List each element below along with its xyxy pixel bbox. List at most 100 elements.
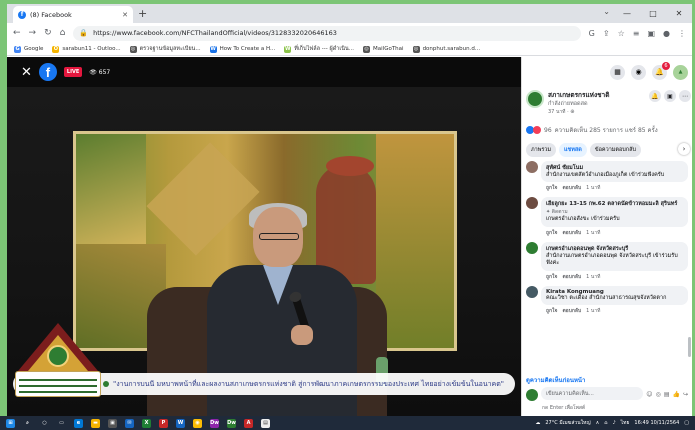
commenter-name[interactable]: เกษตรอำเภอดอนพุด จังหวัดสระบุรี [546,245,683,253]
home-button[interactable]: ⌂ [60,28,66,38]
save-icon[interactable]: ▣ [664,90,676,102]
notifications-bell-icon[interactable]: 🔔 6 [652,61,670,80]
menu-grid-icon[interactable]: ▦ [610,64,625,80]
back-button[interactable]: ← [13,28,21,38]
dreamweaver-icon[interactable]: Dw [210,418,219,428]
forward-button[interactable]: → [29,28,37,38]
comment-share-stats[interactable]: ความคิดเห็น 285 รายการ แชร์ 85 ครั้ง [555,125,658,135]
commenter-avatar[interactable] [526,197,538,210]
clock[interactable]: 16:49 10/11/2564 [634,420,679,426]
translate-icon[interactable]: G [589,29,595,38]
language-indicator[interactable]: ไทย [621,419,630,427]
mail-icon[interactable]: ✉ [125,418,134,428]
messenger-icon[interactable]: ◉ [631,64,646,80]
maximize-button[interactable]: □ [640,4,666,23]
bookmark-item[interactable]: W How To Create a H... [209,45,276,53]
reply-link[interactable]: ตอบกลับ [562,184,581,192]
bookmark-icon: O [52,45,60,53]
acrobat-icon[interactable]: A [244,418,253,428]
composer-icons: ☺ ◎ ▤ [646,391,669,415]
gif-icon[interactable]: ▤ [664,391,670,415]
more-options-icon[interactable]: ⋯ [679,90,691,102]
browser-tab[interactable]: f (8) Facebook ✕ [13,6,133,23]
chevron-right-icon[interactable]: › [678,143,690,155]
powerpoint-icon[interactable]: P [159,418,168,428]
network-icon[interactable]: ⌂ [604,420,607,426]
reading-list-icon[interactable]: ▣ [647,29,655,38]
commenter-avatar[interactable] [526,161,538,173]
close-tab-icon[interactable]: ✕ [122,11,128,19]
notepad-icon[interactable]: ▤ [261,418,270,428]
search-icon[interactable]: ⌕ [23,419,32,428]
like-link[interactable]: ถูกใจ [546,184,557,192]
reply-link[interactable]: ตอบกลับ [562,273,581,281]
windows-start-icon[interactable]: ⊞ [6,418,15,428]
new-tab-button[interactable]: + [138,7,147,20]
comment-input[interactable]: เขียนความคิดเห็น... [541,387,644,400]
store-icon[interactable]: ▣ [108,418,117,428]
commenter-avatar[interactable] [526,241,538,254]
bookmark-item[interactable]: ◎ donphut.sarabun.d... [412,45,480,53]
reaction-count[interactable]: 96 [544,127,552,134]
weather-icon[interactable]: ☁ [535,420,540,426]
weather-text[interactable]: 27°C มีเมฆส่วนใหญ่ [545,419,590,427]
page-header: สภาเกษตรกรแห่งชาติ กำลังถ่ายทอดสด 37 นาท… [526,90,691,120]
profile-icon[interactable]: ● [663,29,670,38]
bookmark-star-icon[interactable]: ☆ [618,29,625,38]
bookmark-item[interactable]: Osarabun11 - Outloo... [52,45,121,53]
toolbar-icons: G ⇪ ☆ ≡ ▣ ● ⋮ [589,29,686,38]
reload-button[interactable]: ↻ [44,28,52,38]
share-button-icon[interactable]: ↪ [683,391,688,415]
tab-replies[interactable]: ข้อความตอบกลับ [589,143,641,157]
bookmark-item[interactable]: G Google [14,45,43,53]
video-player[interactable]: ✕ f LIVE 👁 657 "งานการบนนี มหบาพหน้าที่แ… [7,57,521,416]
bookmark-item[interactable]: ◎ MailGoThai [363,45,404,53]
excel-icon[interactable]: X [142,418,151,428]
bookmark-item[interactable]: ◎ ตรวจฐานข้อมูลทะเบียน... [129,45,201,53]
notification-center-icon[interactable]: ▢ [684,420,689,426]
menu-icon[interactable]: ⋮ [678,29,686,38]
bookmark-item[interactable]: W ที่เก็บไฟล์ล --- ผู้ดำเนิน... [284,45,354,53]
close-window-button[interactable]: ✕ [666,4,692,23]
share-icon[interactable]: ⇪ [603,29,610,38]
tab-search-icon[interactable]: ⌄ [603,7,610,16]
chrome-icon[interactable]: ◉ [193,418,202,428]
facebook-logo-icon[interactable]: f [38,63,57,81]
app-icon[interactable]: Dw [227,418,236,428]
bookmark-icon: W [284,45,292,53]
reply-link[interactable]: ตอบกลับ [562,229,581,237]
extensions-icon[interactable]: ≡ [633,29,640,38]
file-explorer-icon[interactable]: ▬ [91,418,100,428]
commenter-name[interactable]: เฮียลูกยะ 13-15 กพ.62 ตลาดนัดข้าวหอมมะลิ… [546,200,683,208]
like-link[interactable]: ถูกใจ [546,229,557,237]
commenter-name[interactable]: สุทัศน์ ชัยมโนม [546,164,683,172]
tab-live-chat[interactable]: แชทสด [559,143,587,157]
address-bar[interactable]: 🔒 https://www.facebook.com/NFCThailandOf… [73,25,581,41]
commenter-avatar[interactable] [526,285,538,298]
task-view-icon[interactable]: ▭ [57,419,66,428]
account-avatar[interactable]: ▲ [673,64,688,80]
bookmark-icon: G [14,45,21,53]
close-video-icon[interactable]: ✕ [21,65,32,80]
like-button-icon[interactable]: 👍 [672,391,679,415]
previous-comments-link[interactable]: ดูความคิดเห็นก่อนหน้า [526,375,585,385]
comment-text: คณะวิชา ตะเดือง สำนักงานสาธารณสุขจังหวัด… [546,294,667,301]
tab-overview[interactable]: ภาพรวม [526,143,557,157]
bookmark-label: How To Create a H... [219,46,276,52]
word-icon[interactable]: W [176,418,185,428]
reply-link[interactable]: ตอบกลับ [562,307,581,315]
emoji-icon[interactable]: ☺ [646,391,652,415]
comment-text: เกษตรอำเภอสังขะ เข้าร่วมครับ [546,216,620,223]
tray-arrow-icon[interactable]: ∧ [596,420,600,426]
edge-icon[interactable]: e [74,418,83,428]
volume-icon[interactable]: ♪ [612,420,615,426]
page-name[interactable]: สภาเกษตรกรแห่งชาติ [548,90,645,100]
like-link[interactable]: ถูกใจ [546,307,557,315]
minimize-button[interactable]: — [614,4,640,23]
cortana-icon[interactable]: ○ [40,419,49,428]
page-avatar[interactable] [526,90,544,108]
camera-icon[interactable]: ◎ [656,391,661,415]
notify-bell-icon[interactable]: 🔔 [649,90,661,102]
comments-scrollbar[interactable] [688,337,691,357]
like-link[interactable]: ถูกใจ [546,273,557,281]
